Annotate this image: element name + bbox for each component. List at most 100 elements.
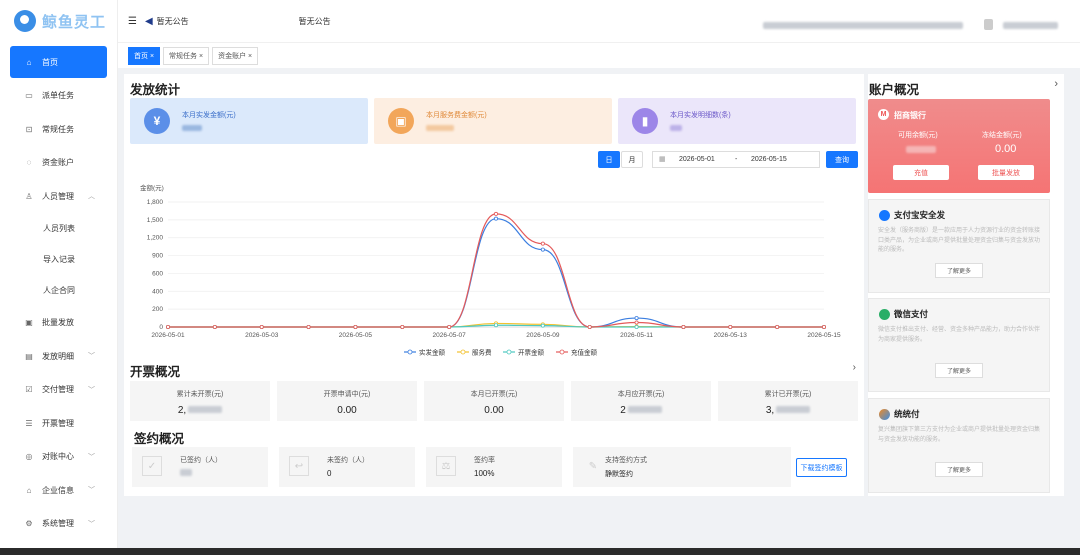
data-point [493, 216, 498, 221]
sidebar-subitem-staff-list[interactable]: 人员列表 [0, 213, 117, 244]
invoice-stat-box: 开票申请中(元) 0.00 [277, 381, 417, 421]
sidebar-item-batch-pay[interactable]: ▣ 批量发放 [0, 306, 117, 340]
frozen-label: 冻结金额(元) [982, 132, 1022, 139]
tab-regular-task[interactable]: 常规任务 × [163, 46, 210, 65]
query-button[interactable]: 查询 [826, 151, 858, 168]
chevron-right-icon[interactable]: › [1054, 78, 1058, 90]
user-info-redacted [763, 22, 963, 29]
folder-icon: ▭ [25, 91, 33, 101]
sign-label: 未签约（人） [327, 457, 369, 464]
invoice-stat-box: 本月已开票(元) 0.00 [424, 381, 564, 421]
stat-card-actual-pay: ¥ 本月实发金额(元) [130, 98, 368, 144]
app-name: 鲸鱼灵工 [42, 13, 107, 31]
paycard-alipay: 支付宝安全发 安全发（服务商版）是一款应用于人力资源行业的资金转账接口类产品，为… [868, 199, 1050, 293]
data-point [587, 324, 592, 329]
paycard-tongtongfu: 统统付 复兴集团旗下第三方支付为企业或商户提供批量处理资金归集与资金发放功能的服… [868, 398, 1050, 493]
value-redacted [776, 406, 811, 413]
invoice-title: 开票概况 [130, 365, 181, 379]
username-redacted[interactable] [1003, 22, 1058, 29]
data-point [634, 324, 639, 329]
y-tick-label: 1,200 [147, 235, 164, 242]
date-range-picker[interactable]: ▦ 2026-05-01 - 2026-05-15 [652, 151, 820, 168]
data-point [493, 323, 498, 328]
y-tick-label: 1,500 [147, 217, 164, 224]
sidebar-item-reconcile[interactable]: ◎ 对账中心 ﹀ [0, 440, 117, 474]
month-toggle[interactable]: 月 [621, 151, 643, 168]
legend-label: 充值金额 [571, 348, 598, 357]
chevron-up-icon: ︿ [88, 193, 95, 201]
sidebar-item-delivery[interactable]: ☑ 交付管理 ﹀ [0, 373, 117, 407]
paycard-desc: 微信支付推出支付、经营、资金多种产品能力，助力合作伙伴为商家提供服务。 [878, 327, 1041, 343]
y-tick-label: 600 [152, 270, 163, 277]
x-tick-label: 2026-05-11 [620, 332, 653, 339]
sidebar-item-company[interactable]: ⌂ 企业信息 ﹀ [0, 474, 117, 508]
home-icon: ⌂ [26, 57, 32, 67]
tab-home[interactable]: 首页 × [128, 46, 161, 65]
legend-label: 实发金额 [419, 348, 446, 357]
sidebar-subitem-import-records[interactable]: 导入记录 [0, 244, 117, 275]
y-tick-label: 0 [159, 324, 163, 331]
learn-more-button[interactable]: 了解更多 [935, 462, 983, 477]
series-line-0 [167, 218, 824, 328]
sidebar-subitem-contracts[interactable]: 人企合同 [0, 275, 117, 306]
tongtongfu-icon [879, 408, 890, 420]
alipay-icon [879, 209, 890, 221]
data-point [540, 247, 545, 252]
sidebar-item-dispatch[interactable]: ▭ 派单任务 [0, 79, 117, 113]
payout-title: 发放统计 [130, 83, 181, 97]
settings-icon: ⚙ [25, 519, 33, 529]
sidebar-item-settings[interactable]: ⚙ 系统管理 ﹀ [0, 507, 117, 541]
bank-card: M 招商银行 可用余额(元) 冻结金额(元) 0.00 充值 批量发放 [868, 99, 1050, 193]
learn-more-button[interactable]: 了解更多 [935, 363, 983, 378]
sidebar-item-invoice[interactable]: ☰ 开票管理 [0, 407, 117, 441]
invoice-stat-value: 3, [718, 405, 858, 416]
company-icon: ⌂ [26, 485, 32, 495]
tab-fund-account[interactable]: 资金账户 × [212, 46, 259, 65]
fee-icon: ▣ [388, 108, 414, 134]
sign-value-redacted [180, 469, 192, 476]
learn-more-button[interactable]: 了解更多 [935, 263, 983, 278]
y-axis-title: 金额(元) [140, 183, 164, 192]
recharge-button[interactable]: 充值 [893, 165, 949, 180]
available-label: 可用余额(元) [898, 132, 938, 139]
sidebar-item-fund-account[interactable]: ◌ 资金账户 [0, 146, 117, 180]
data-point [400, 324, 405, 329]
sidebar-item-pay-detail[interactable]: ▤ 发放明细 ﹀ [0, 340, 117, 374]
data-point [634, 316, 639, 321]
data-point [822, 324, 827, 329]
notice-text: 暂无公告 [298, 16, 331, 26]
chevron-right-icon[interactable]: › [853, 362, 856, 373]
data-point [681, 324, 686, 329]
menu-collapse-icon[interactable]: ☰ [128, 16, 137, 27]
wechat-pay-icon [879, 308, 890, 320]
rate-icon: ⚖ [436, 456, 456, 476]
sign-value: 100% [474, 469, 495, 478]
sidebar-item-home[interactable]: ⌂ 首页 [10, 46, 107, 78]
data-point [634, 320, 639, 325]
invoice-stat-label: 累计已开票(元) [764, 391, 812, 398]
wallet-icon: ◌ [26, 158, 32, 168]
chevron-down-icon: ﹀ [88, 386, 95, 394]
unsigned-icon: ↩ [289, 456, 309, 476]
day-toggle[interactable]: 日 [598, 151, 620, 168]
sidebar-item-staff[interactable]: ♙ 人员管理 ︿ [0, 180, 117, 214]
y-tick-label: 1,800 [147, 199, 164, 206]
calendar-icon: ▦ [659, 156, 666, 163]
detail-icon: ▤ [25, 351, 33, 361]
legend-marker [559, 349, 565, 355]
bank-name: 招商银行 [894, 111, 926, 120]
batch-pay-button[interactable]: 批量发放 [978, 165, 1034, 180]
invoice-stat-label: 本月应开票(元) [617, 391, 665, 398]
series-line-3 [167, 213, 824, 328]
avatar[interactable] [984, 19, 993, 30]
legend-marker [506, 349, 512, 355]
paycard-desc: 复兴集团旗下第三方支付为企业或商户提供批量处理资金归集与资金发放功能的服务。 [878, 427, 1041, 443]
download-template-button[interactable]: 下载签约模板 [796, 458, 847, 477]
sign-label: 签约率 [474, 457, 495, 464]
sign-box-unsigned: ↩ 未签约（人） 0 [279, 447, 415, 487]
sidebar-item-regular-task[interactable]: ⊡ 常规任务 [0, 113, 117, 147]
y-tick-label: 200 [152, 306, 163, 313]
paycard-wechat: 微信支付 微信支付推出支付、经营、资金多种产品能力，助力合作伙伴为商家提供服务。… [868, 298, 1050, 392]
sign-label: 支持签约方式 [605, 457, 647, 464]
logo[interactable]: 鲸鱼灵工 [0, 0, 117, 42]
